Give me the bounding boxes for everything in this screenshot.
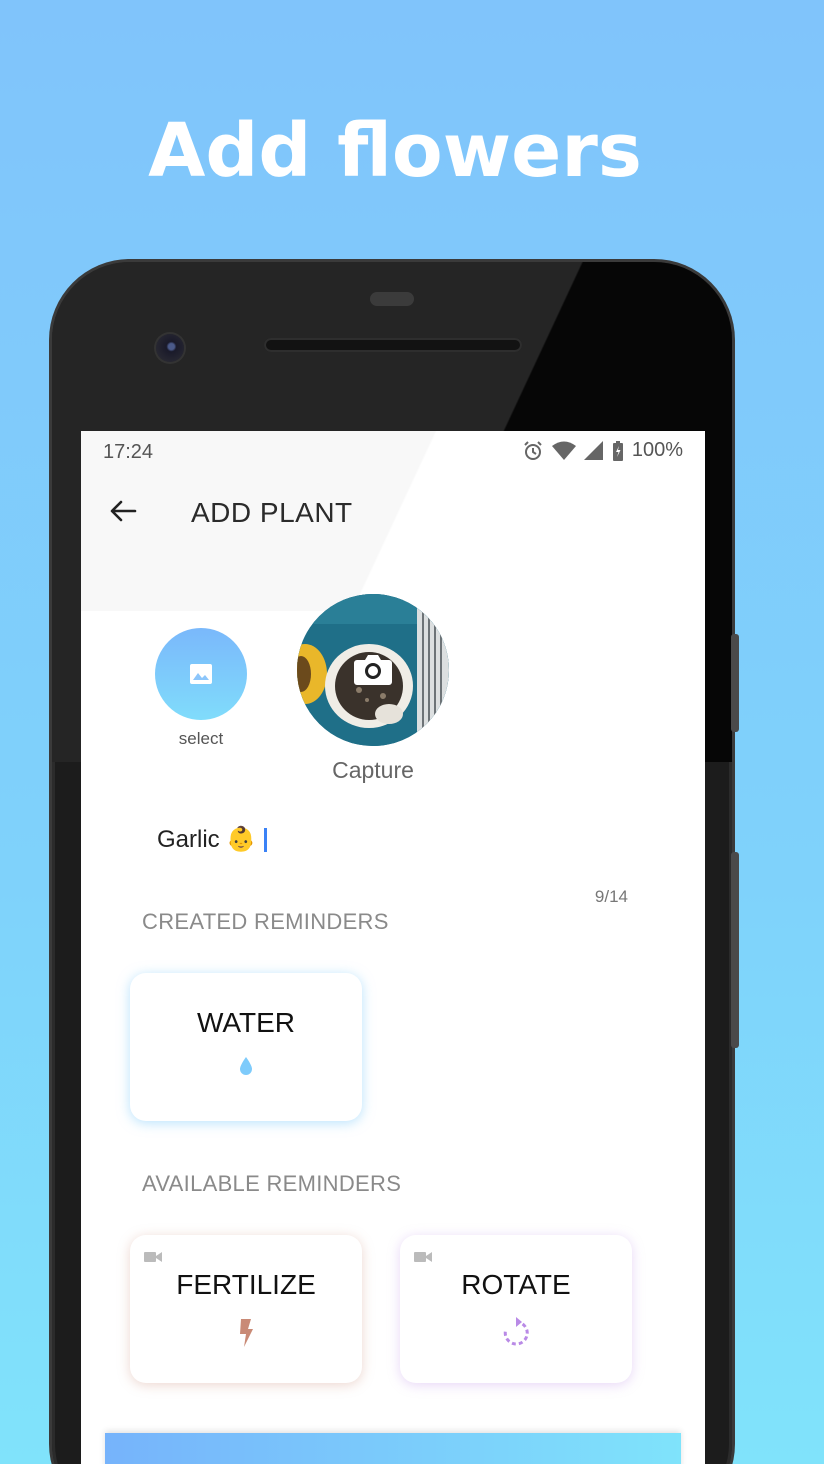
select-image-button[interactable] bbox=[155, 628, 247, 720]
status-icons: 100% bbox=[522, 439, 683, 462]
plant-name-value: Garlic 👶 bbox=[157, 826, 257, 853]
phone-speaker bbox=[264, 338, 522, 352]
image-icon bbox=[190, 664, 212, 684]
camera-icon bbox=[354, 655, 392, 685]
plant-name-input[interactable]: Garlic 👶 bbox=[157, 825, 268, 854]
power-button bbox=[731, 852, 739, 1048]
app-bar: ADD PLANT bbox=[81, 487, 705, 535]
battery-icon bbox=[612, 440, 623, 461]
promo-headline: Add flowers bbox=[148, 108, 642, 194]
water-drop-icon bbox=[240, 1057, 252, 1075]
reminder-card-rotate[interactable]: ROTATE bbox=[400, 1235, 632, 1383]
video-icon bbox=[414, 1252, 432, 1262]
alarm-icon bbox=[524, 440, 542, 460]
front-camera bbox=[156, 334, 184, 362]
reminder-label: FERTILIZE bbox=[176, 1269, 316, 1300]
phone-screen: 17:24 100% ADD PLANT select Capture Garl… bbox=[81, 431, 705, 1464]
back-button[interactable] bbox=[107, 495, 139, 527]
bolt-icon bbox=[240, 1319, 253, 1347]
text-cursor bbox=[264, 827, 268, 852]
capture-label: Capture bbox=[332, 757, 414, 783]
reminder-label: WATER bbox=[197, 1007, 295, 1038]
reminder-card-fertilize[interactable]: FERTILIZE bbox=[130, 1235, 362, 1383]
available-reminders-title: AVAILABLE REMINDERS bbox=[142, 1171, 402, 1196]
rotate-icon bbox=[503, 1317, 529, 1346]
created-reminders-title: CREATED REMINDERS bbox=[142, 909, 389, 934]
save-plant-button[interactable] bbox=[105, 1433, 681, 1464]
volume-button bbox=[731, 634, 739, 732]
reminder-card-water[interactable]: WATER bbox=[130, 973, 362, 1121]
video-icon bbox=[144, 1252, 162, 1262]
select-label: select bbox=[178, 729, 224, 748]
status-bar: 17:24 100% bbox=[81, 431, 705, 471]
character-counter: 9/14 bbox=[594, 887, 628, 906]
reminder-label: ROTATE bbox=[461, 1269, 571, 1300]
phone-sensor bbox=[370, 292, 414, 306]
wifi-icon bbox=[551, 441, 576, 460]
page-title: ADD PLANT bbox=[191, 497, 353, 528]
status-time: 17:24 bbox=[103, 441, 154, 463]
battery-percent: 100% bbox=[631, 439, 683, 461]
capture-button[interactable] bbox=[297, 594, 449, 746]
signal-icon bbox=[583, 440, 603, 460]
arrow-back-icon bbox=[110, 500, 137, 522]
